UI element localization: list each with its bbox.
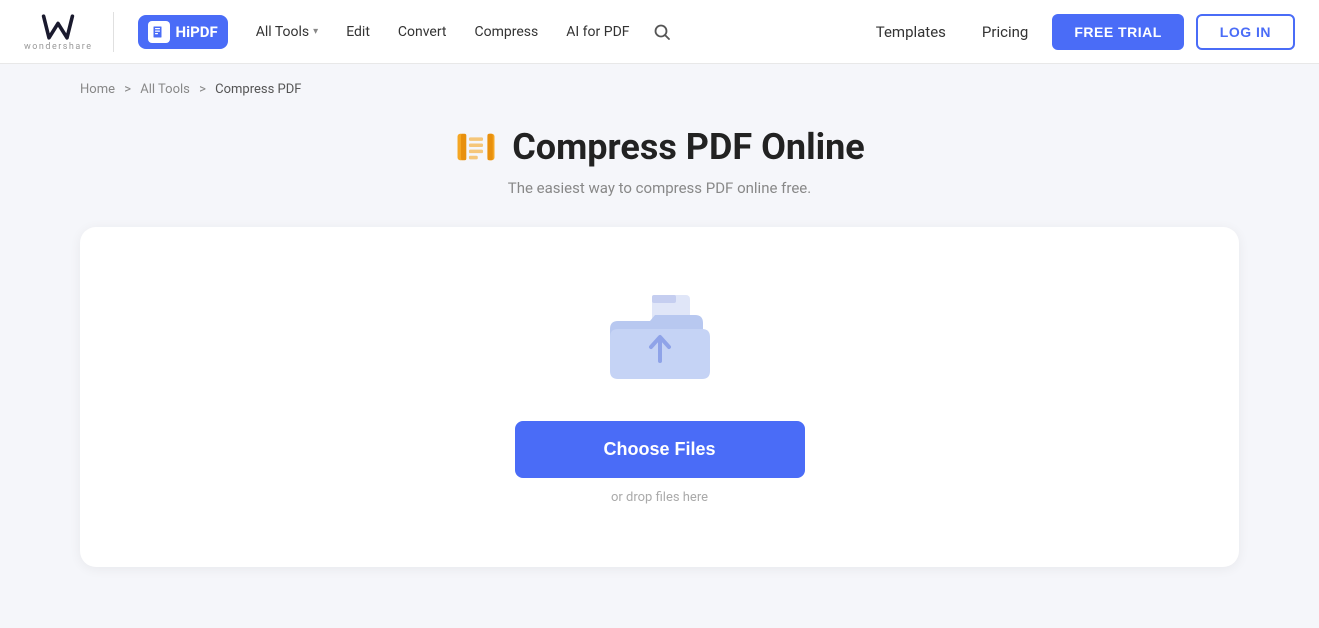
ws-logo-icon: [40, 12, 76, 42]
title-row: Compress PDF Online: [454, 125, 865, 169]
upload-folder-svg: [600, 289, 720, 389]
page-subtitle: The easiest way to compress PDF online f…: [508, 179, 811, 197]
wondershare-text: wondershare: [24, 42, 93, 52]
nav-pricing[interactable]: Pricing: [970, 15, 1040, 49]
nav-all-tools[interactable]: All Tools ▾: [244, 16, 330, 48]
hipdf-badge[interactable]: HiPDF: [138, 15, 228, 49]
logo-container[interactable]: wondershare: [24, 12, 114, 52]
page-title-section: Compress PDF Online The easiest way to c…: [454, 125, 865, 197]
folder-upload-icon: [600, 289, 720, 393]
breadcrumb-sep1: >: [124, 82, 131, 97]
nav-links: All Tools ▾ Edit Convert Compress AI for…: [244, 16, 864, 48]
nav-compress[interactable]: Compress: [463, 16, 551, 48]
nav-right: Templates Pricing FREE TRIAL LOG IN: [864, 14, 1295, 50]
nav-ai-for-pdf[interactable]: AI for PDF: [554, 16, 641, 48]
wondershare-logo: wondershare: [24, 12, 93, 52]
navbar: wondershare HiPDF All Tools ▾ Edit Conve…: [0, 0, 1319, 64]
breadcrumb-sep2: >: [199, 82, 206, 97]
upload-card: Choose Files or drop files here: [80, 227, 1239, 567]
hipdf-label: HiPDF: [176, 23, 218, 41]
main-content: Compress PDF Online The easiest way to c…: [0, 115, 1319, 597]
login-button[interactable]: LOG IN: [1196, 14, 1295, 50]
drop-hint: or drop files here: [611, 490, 708, 505]
compress-pdf-icon: [454, 125, 498, 169]
nav-edit[interactable]: Edit: [334, 16, 382, 48]
breadcrumb: Home > All Tools > Compress PDF: [0, 64, 1319, 115]
page-title: Compress PDF Online: [512, 126, 865, 168]
nav-convert[interactable]: Convert: [386, 16, 459, 48]
hipdf-icon: [148, 21, 170, 43]
breadcrumb-current: Compress PDF: [215, 82, 301, 97]
breadcrumb-all-tools[interactable]: All Tools: [140, 82, 190, 97]
search-icon[interactable]: [646, 16, 678, 48]
nav-templates[interactable]: Templates: [864, 15, 958, 49]
free-trial-button[interactable]: FREE TRIAL: [1052, 14, 1183, 50]
breadcrumb-home[interactable]: Home: [80, 82, 115, 97]
choose-files-button[interactable]: Choose Files: [515, 421, 805, 478]
chevron-down-icon: ▾: [313, 26, 318, 37]
